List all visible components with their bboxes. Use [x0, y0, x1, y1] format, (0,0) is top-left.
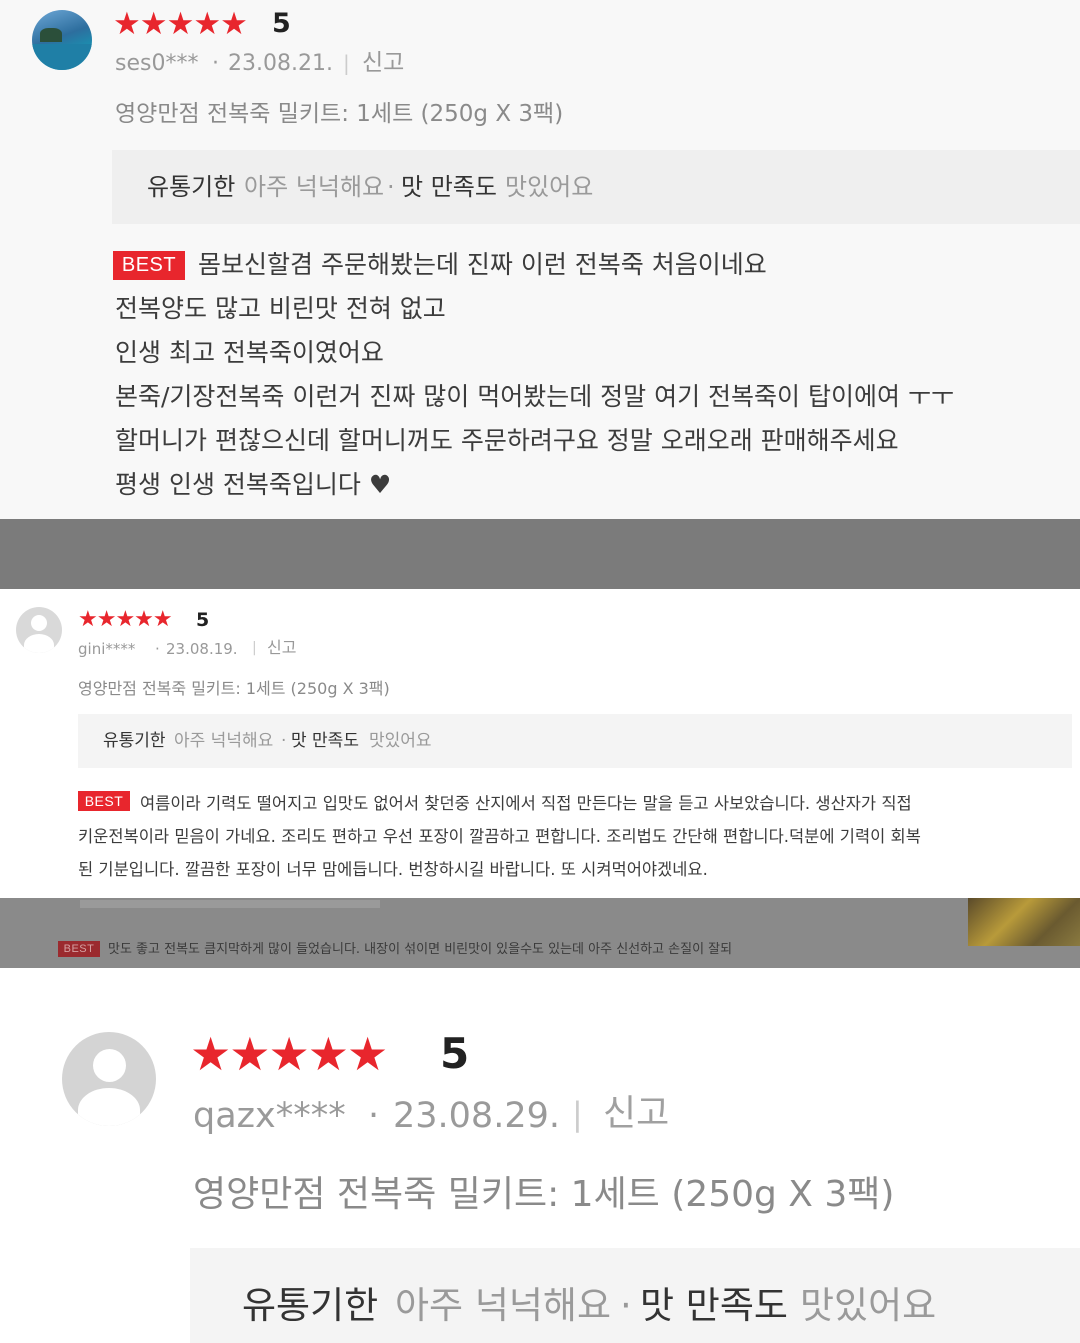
eval-value-expiry: 아주 넉넉해요	[395, 1284, 612, 1327]
review-line: 여름이라 기력도 떨어지고 입맛도 없어서 찾던중 산지에서 직접 만든다는 말…	[140, 794, 912, 813]
dimmed-tag-line	[80, 900, 380, 908]
meta-divider: |	[572, 1095, 583, 1133]
eval-key-taste: 맛 만족도	[640, 1284, 788, 1327]
eval-value-expiry: 아주 넉넉해요	[244, 173, 385, 201]
eval-value-taste: 맛있어요	[369, 731, 432, 751]
review-line: 몸보신할겸 주문해봤는데 진짜 이런 전복죽 처음이네요	[198, 250, 767, 279]
rating-score: 5	[196, 609, 210, 631]
review-line: 본죽/기장전복죽 이런거 진짜 많이 먹어봤는데 정말 여기 전복죽이 탑이에여…	[115, 382, 954, 411]
rating-stars: ★★★★★	[113, 6, 248, 42]
rating-stars: ★★★★★	[78, 607, 173, 632]
user-avatar-default[interactable]	[16, 607, 62, 653]
evaluation-box: 유통기한 아주 넉넉해요 · 맛 만족도 맛있어요	[112, 150, 1080, 224]
review-line: 된 기분입니다. 깔끔한 포장이 너무 맘에듭니다. 번창하시길 바랍니다. 또…	[78, 860, 708, 879]
user-avatar-photo[interactable]	[32, 10, 92, 70]
eval-value-taste: 맛있어요	[505, 173, 594, 201]
review-body: 몸보신할겸 주문해봤는데 진짜 이런 전복죽 처음이네요 전복양도 많고 비린맛…	[115, 243, 1055, 507]
meta-separator: ·	[368, 1096, 380, 1136]
meta-divider: |	[252, 640, 257, 656]
meta-separator: ·	[155, 640, 160, 658]
review-line: 인생 최고 전복죽이였어요	[115, 338, 384, 367]
evaluation-box: 유통기한 아주 넉넉해요 · 맛 만족도 맛있어요	[78, 714, 1072, 768]
eval-key-expiry: 유통기한	[242, 1284, 379, 1327]
user-avatar-default[interactable]	[62, 1032, 156, 1126]
report-link[interactable]: 신고	[362, 50, 404, 76]
review-line: 할머니가 편찮으신데 할머니꺼도 주문하려구요 정말 오래오래 판매해주세요	[115, 426, 899, 455]
product-thumbnail[interactable]	[968, 898, 1080, 946]
review-body: 여름이라 기력도 떨어지고 입맛도 없어서 찾던중 산지에서 직접 만든다는 말…	[78, 787, 1078, 886]
report-link[interactable]: 신고	[603, 1092, 669, 1136]
best-badge: BEST	[58, 941, 100, 957]
rating-stars: ★★★★★	[190, 1027, 388, 1081]
review-date: 23.08.21.	[228, 51, 333, 76]
review-card-1: ★★★★★ 5 ses0*** · 23.08.21. | 신고 영양만점 전복…	[0, 0, 1080, 519]
eval-key-taste: 맛 만족도	[401, 173, 497, 201]
review-line: 평생 인생 전복죽입니다 ♥	[115, 470, 392, 499]
purchase-option: 영양만점 전복죽 밀키트: 1세트 (250g X 3팩)	[193, 1174, 895, 1215]
eval-separator: ·	[387, 173, 395, 201]
meta-separator: ·	[212, 51, 219, 76]
review-card-3: ★★★★★ 5 qazx**** · 23.08.29. | 신고 영양만점 전…	[0, 968, 1080, 1343]
eval-key-expiry: 유통기한	[103, 731, 166, 751]
review-line: 키운전복이라 믿음이 가네요. 조리도 편하고 우선 포장이 깔끔하고 편합니다…	[78, 827, 921, 846]
rating-score: 5	[440, 1029, 470, 1078]
eval-separator: ·	[281, 731, 287, 751]
eval-key-expiry: 유통기한	[147, 173, 236, 201]
eval-key-taste: 맛 만족도	[291, 731, 359, 751]
report-link[interactable]: 신고	[267, 638, 296, 658]
evaluation-box: 유통기한 아주 넉넉해요 · 맛 만족도 맛있어요	[190, 1248, 1080, 1343]
rating-score: 5	[272, 8, 291, 39]
dimmed-review-text: 맛도 좋고 전복도 큼지막하게 많이 들었습니다. 내장이 섞이면 비린맛이 있…	[108, 942, 733, 957]
review-username: ses0***	[115, 51, 199, 76]
purchase-option: 영양만점 전복죽 밀키트: 1세트 (250g X 3팩)	[78, 679, 390, 698]
review-username: gini****	[78, 640, 136, 658]
eval-value-taste: 맛있어요	[800, 1284, 937, 1327]
review-date: 23.08.19.	[166, 640, 238, 658]
review-date: 23.08.29.	[393, 1096, 560, 1136]
dimmed-review-strip: BEST 맛도 좋고 전복도 큼지막하게 많이 들었습니다. 내장이 섞이면 비…	[0, 898, 1080, 968]
purchase-option: 영양만점 전복죽 밀키트: 1세트 (250g X 3팩)	[115, 101, 564, 127]
meta-divider: |	[343, 51, 350, 75]
review-username: qazx****	[193, 1096, 346, 1136]
divider-gap	[0, 519, 1080, 589]
eval-value-expiry: 아주 넉넉해요	[174, 731, 274, 751]
review-card-2: ★★★★★ 5 gini**** · 23.08.19. | 신고 영양만점 전…	[0, 589, 1080, 898]
eval-separator: ·	[620, 1284, 632, 1327]
review-line: 전복양도 많고 비린맛 전혀 없고	[115, 294, 446, 323]
